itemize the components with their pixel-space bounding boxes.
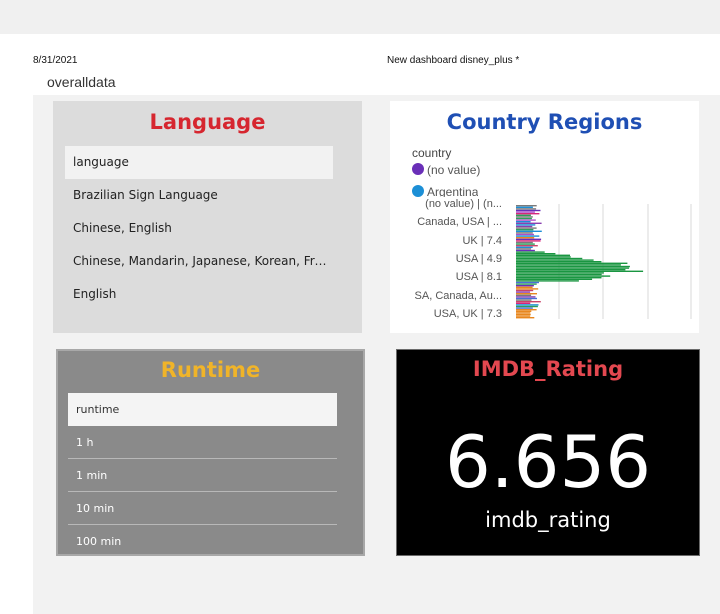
- chart-bar: [516, 299, 532, 301]
- chart-bar: [516, 288, 539, 290]
- chart-bar: [516, 245, 538, 247]
- chart-bar: [516, 248, 532, 250]
- chart-bar: [516, 240, 541, 242]
- report-date: 8/31/2021: [33, 55, 78, 66]
- chart-bar: [516, 246, 533, 248]
- chart-bar: [516, 297, 537, 300]
- chart-bar: [516, 205, 537, 207]
- chart-bar: [516, 283, 537, 285]
- chart-bar: [516, 293, 537, 295]
- chart-bar: [516, 238, 542, 240]
- chart-bar: [516, 209, 541, 212]
- chart-bar: [516, 227, 537, 229]
- chart-bar: [516, 277, 602, 279]
- chart-bar: [516, 304, 539, 306]
- chart-bar: [516, 280, 579, 282]
- chart-bar: [516, 249, 535, 252]
- chart-bar: [516, 222, 542, 224]
- chart-bar: [516, 213, 540, 215]
- chart-bar: [516, 233, 534, 236]
- chart-bar: [516, 237, 535, 239]
- chart-bar: [516, 221, 531, 223]
- chart-bar: [516, 269, 626, 271]
- chart-bar: [516, 232, 533, 234]
- chart-bar: [516, 211, 535, 213]
- runtime-panel[interactable]: Runtime runtime 1 h 1 min 10 min 100 min: [56, 349, 365, 556]
- chart-bar: [516, 214, 531, 216]
- dashboard-title: New dashboard disney_plus *: [387, 55, 520, 66]
- chart-bar: [516, 208, 537, 210]
- runtime-title: Runtime: [160, 358, 261, 382]
- chart-bar: [516, 302, 531, 304]
- runtime-list-item[interactable]: 1 min: [68, 459, 337, 492]
- language-list-item[interactable]: Brazilian Sign Language: [65, 179, 333, 212]
- runtime-list-header[interactable]: runtime: [68, 393, 337, 426]
- chart-bar: [516, 278, 593, 280]
- runtime-list-item[interactable]: 100 min: [68, 525, 337, 546]
- chart-bar: [516, 262, 628, 264]
- chart-bar: [516, 294, 532, 296]
- chart-bar: [516, 217, 532, 220]
- chart-bar: [516, 289, 534, 292]
- chart-bar: [516, 291, 531, 293]
- chart-bar: [516, 313, 531, 316]
- chart-bar: [516, 225, 533, 228]
- runtime-list-item[interactable]: 1 h: [68, 426, 337, 459]
- chart-bar: [516, 224, 536, 226]
- chart-bar: [516, 257, 583, 260]
- chart-bar: [516, 264, 621, 266]
- chart-bar: [516, 281, 539, 284]
- language-panel[interactable]: Language language Brazilian Sign Languag…: [53, 101, 362, 333]
- chart-bar: [516, 312, 531, 314]
- chart-bar: [516, 243, 535, 245]
- chart-bar: [516, 270, 644, 272]
- chart-bar: [516, 310, 532, 312]
- chart-bar: [516, 206, 533, 208]
- chart-bar: [516, 241, 533, 244]
- chart-bar: [516, 229, 534, 231]
- chart-bar: [516, 254, 570, 256]
- chart-bar: [516, 286, 533, 288]
- chart-bar: [516, 256, 571, 258]
- imdb-title: IMDB_Rating: [472, 357, 624, 381]
- country-bar-chart[interactable]: [390, 101, 699, 333]
- chart-bar: [516, 253, 556, 255]
- chart-bar: [516, 272, 604, 274]
- chart-bar: [516, 285, 534, 287]
- chart-bar: [516, 307, 533, 309]
- language-list-item[interactable]: English: [65, 278, 333, 311]
- runtime-list-item[interactable]: 10 min: [68, 492, 337, 525]
- language-list-item[interactable]: Chinese, Mandarin, Japanese, Korean, Fre…: [65, 245, 333, 278]
- language-list-item[interactable]: Chinese, English: [65, 212, 333, 245]
- language-title: Language: [149, 110, 266, 134]
- imdb-rating-value: 6.656: [444, 420, 652, 504]
- chart-bar: [516, 261, 602, 263]
- chart-bar: [516, 275, 611, 277]
- chart-bar: [516, 273, 602, 276]
- chart-bar: [516, 317, 535, 319]
- chart-bar: [516, 259, 594, 261]
- country-regions-panel[interactable]: Country Regions country (no value) Argen…: [390, 101, 699, 333]
- sheet-name[interactable]: overalldata: [47, 74, 116, 90]
- chart-bar: [516, 235, 540, 237]
- language-list-header[interactable]: language: [65, 146, 333, 179]
- chart-bar: [516, 301, 541, 303]
- top-bar: [0, 0, 720, 34]
- chart-bar: [516, 309, 537, 311]
- chart-bar: [516, 315, 531, 317]
- chart-bar: [516, 265, 630, 268]
- chart-bar: [516, 296, 536, 298]
- chart-bar: [516, 251, 545, 253]
- chart-bar: [516, 219, 536, 221]
- chart-bar: [516, 230, 542, 232]
- chart-bar: [516, 305, 538, 308]
- imdb-rating-label: imdb_rating: [485, 508, 611, 532]
- language-list: language Brazilian Sign Language Chinese…: [65, 146, 333, 311]
- chart-bar: [516, 267, 630, 269]
- runtime-list: runtime 1 h 1 min 10 min 100 min: [68, 393, 337, 546]
- chart-bar: [516, 216, 533, 218]
- imdb-rating-panel[interactable]: IMDB_Rating 6.656 imdb_rating: [396, 349, 700, 556]
